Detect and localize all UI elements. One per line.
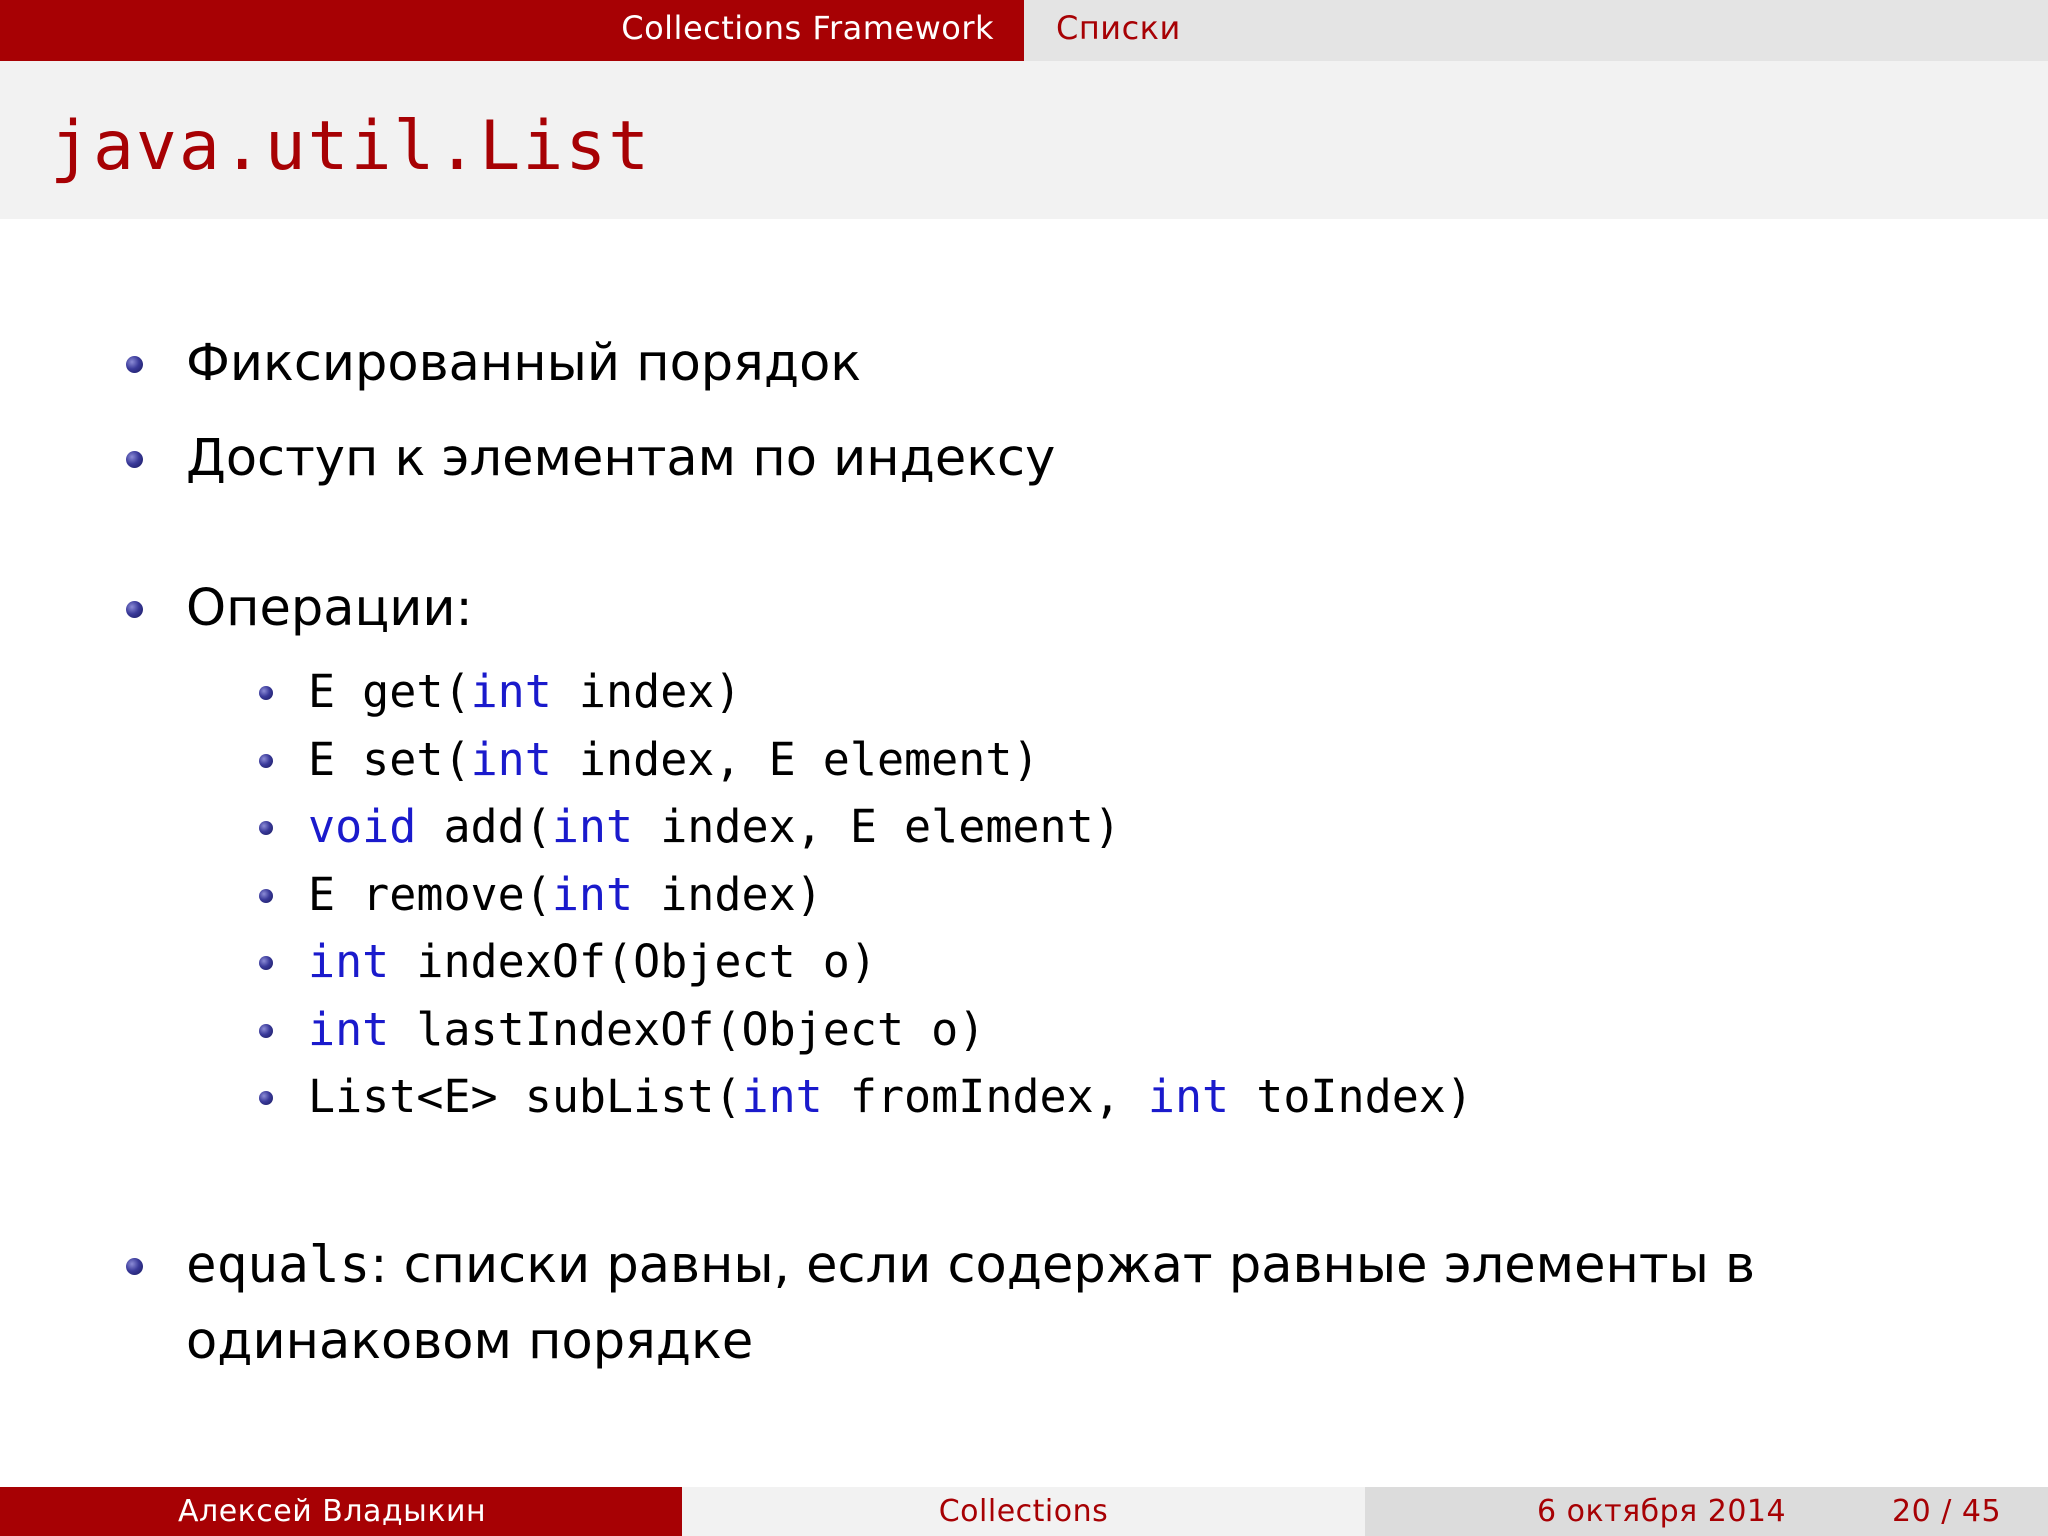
footer-date-page: 6 октября 2014 20 / 45: [1365, 1487, 2048, 1536]
header-section: Collections Framework: [0, 0, 1024, 61]
footer-author-label: Алексей Владыкин: [178, 1494, 487, 1529]
header-subsection-label: Списки: [1056, 9, 1181, 47]
title-bar: java.util.List: [0, 61, 2048, 219]
code-keyword: int: [470, 733, 552, 786]
bullet-icon: [126, 451, 143, 468]
code-keyword: int: [551, 800, 634, 853]
bullet-text-2: Доступ к элементам по индексу: [186, 429, 1056, 488]
sub-bullet-icon: [259, 686, 273, 700]
code-text: List<E> subList(: [308, 1070, 742, 1123]
op-indexof: int indexOf(Object o): [308, 939, 877, 984]
code-text: indexOf(Object o): [389, 935, 877, 988]
code-text: index): [633, 868, 823, 921]
bullet-icon: [126, 356, 143, 373]
footer-page-number: 20 / 45: [1892, 1494, 2002, 1529]
code-text: index): [551, 665, 742, 718]
code-text: index, E element): [633, 800, 1121, 853]
bullet-icon: [126, 1258, 143, 1275]
code-text: add(: [416, 800, 552, 853]
sub-bullet-icon: [259, 956, 273, 970]
code-keyword: int: [1147, 1070, 1230, 1123]
code-text: toIndex): [1229, 1070, 1473, 1123]
footer-topic: Collections: [682, 1487, 1365, 1536]
sub-bullet-icon: [259, 889, 273, 903]
code-keyword: int: [308, 935, 390, 988]
op-set: E set(int index, E element): [308, 737, 1040, 782]
op-sublist: List<E> subList(int fromIndex, int toInd…: [308, 1074, 1473, 1119]
bullet-text-3: Операции:: [186, 579, 473, 638]
header-section-label: Collections Framework: [621, 9, 994, 47]
code-text: E get(: [308, 665, 471, 718]
footer-author: Алексей Владыкин: [0, 1487, 682, 1536]
code-keyword: void: [308, 800, 417, 853]
code-text: fromIndex,: [822, 1070, 1148, 1123]
code-keyword: int: [741, 1070, 823, 1123]
code-text: E remove(: [308, 868, 552, 921]
footer-date: 6 октября 2014: [1537, 1494, 1787, 1529]
bullet-icon: [126, 601, 143, 618]
sub-bullet-icon: [259, 1091, 273, 1105]
code-text: index, E element): [551, 733, 1040, 786]
bullet-text-4-rest: : списки равны, если содержат равные эле…: [370, 1236, 1756, 1295]
code-text: E set(: [308, 733, 471, 786]
code-text: lastIndexOf(Object o): [389, 1003, 986, 1056]
bullet-text-4-continued: одинаковом порядке: [186, 1312, 754, 1371]
op-remove: E remove(int index): [308, 872, 823, 917]
code-keyword: int: [470, 665, 552, 718]
bullet-text-1: Фиксированный порядок: [186, 334, 862, 393]
footer-topic-label: Collections: [938, 1494, 1109, 1529]
sub-bullet-icon: [259, 1024, 273, 1038]
sub-bullet-icon: [259, 754, 273, 768]
op-add: void add(int index, E element): [308, 804, 1121, 849]
code-keyword: int: [308, 1003, 390, 1056]
op-lastindexof: int lastIndexOf(Object o): [308, 1007, 985, 1052]
header-subsection: Списки: [1024, 0, 2048, 61]
op-get: E get(int index): [308, 669, 742, 714]
code-keyword: int: [551, 868, 634, 921]
sub-bullet-icon: [259, 821, 273, 835]
slide-title: java.util.List: [50, 107, 652, 186]
code-text: equals: [186, 1236, 371, 1295]
bullet-text-4: equals: списки равны, если содержат равн…: [186, 1240, 1755, 1291]
